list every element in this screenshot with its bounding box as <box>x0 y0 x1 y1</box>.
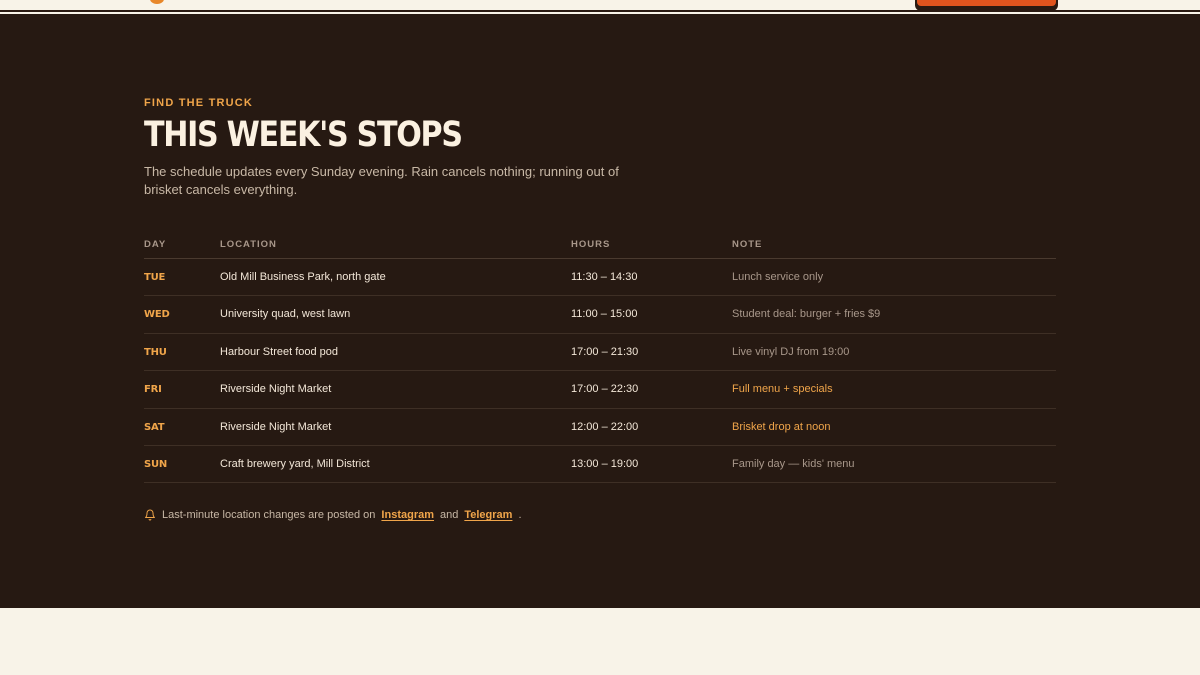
schedule-section: FIND THE TRUCK THIS WEEK'S STOPS The sch… <box>0 14 1200 608</box>
row-hours: 13:00 – 19:00 <box>571 457 639 470</box>
table-row: WED University quad, west lawn 11:00 – 1… <box>144 296 1056 334</box>
row-note: Family day — kids' menu <box>732 457 855 470</box>
row-location: Riverside Night Market <box>220 383 332 396</box>
row-location: University quad, west lawn <box>220 308 351 321</box>
row-hours: 11:00 – 15:00 <box>571 308 638 321</box>
row-day: TUE <box>144 272 166 283</box>
section-eyebrow: FIND THE TRUCK <box>144 97 254 109</box>
row-hours: 11:30 – 14:30 <box>571 271 638 283</box>
table-row: SUN Craft brewery yard, Mill District 13… <box>144 446 1056 484</box>
section-description: The schedule updates every Sunday evenin… <box>144 164 619 197</box>
row-day: SUN <box>144 458 168 470</box>
row-location: Old Mill Business Park, north gate <box>220 271 386 283</box>
row-note-highlight: Brisket drop at noon <box>732 420 831 433</box>
row-hours: 17:00 – 21:30 <box>571 345 639 358</box>
schedule-table: DAY LOCATION HOURS NOTE TUE Old Mill Bus… <box>144 236 1056 484</box>
column-header-location: LOCATION <box>220 239 277 250</box>
table-row: FRI Riverside Night Market 17:00 – 22:30… <box>144 371 1056 409</box>
logo[interactable] <box>150 0 164 4</box>
row-location: Craft brewery yard, Mill District <box>220 457 370 470</box>
column-header-hours: HOURS <box>571 239 611 250</box>
row-note: Live vinyl DJ from 19:00 <box>732 345 850 358</box>
table-row: SAT Riverside Night Market 12:00 – 22:00… <box>144 409 1056 446</box>
column-header-note: NOTE <box>732 239 763 250</box>
row-hours: 17:00 – 22:30 <box>571 383 639 396</box>
footnote-and: and <box>440 509 459 521</box>
header-cta-button[interactable] <box>915 0 1058 8</box>
row-note: Lunch service only <box>732 271 824 283</box>
table-row: TUE Old Mill Business Park, north gate 1… <box>144 259 1056 297</box>
footnote-text: Last-minute location changes are posted … <box>162 509 376 521</box>
row-note-highlight: Full menu + specials <box>732 383 833 396</box>
footnote-end: . <box>518 509 522 521</box>
bell-icon <box>145 509 155 521</box>
row-location: Riverside Night Market <box>220 420 332 433</box>
table-header: DAY LOCATION HOURS NOTE <box>144 236 1056 259</box>
row-day: THU <box>144 346 167 358</box>
row-day: FRI <box>144 384 162 396</box>
telegram-link[interactable]: Telegram <box>464 509 512 521</box>
footnote: Last-minute location changes are posted … <box>144 507 522 523</box>
instagram-link[interactable]: Instagram <box>381 509 434 521</box>
row-location: Harbour Street food pod <box>220 345 339 358</box>
section-title: THIS WEEK'S STOPS <box>144 115 463 155</box>
site-header <box>0 0 1200 12</box>
row-note: Student deal: burger + fries $9 <box>732 308 881 321</box>
row-day: WED <box>144 309 170 321</box>
table-row: THU Harbour Street food pod 17:00 – 21:3… <box>144 334 1056 372</box>
column-header-day: DAY <box>144 239 167 250</box>
row-day: SAT <box>144 421 165 433</box>
row-hours: 12:00 – 22:00 <box>571 420 639 433</box>
